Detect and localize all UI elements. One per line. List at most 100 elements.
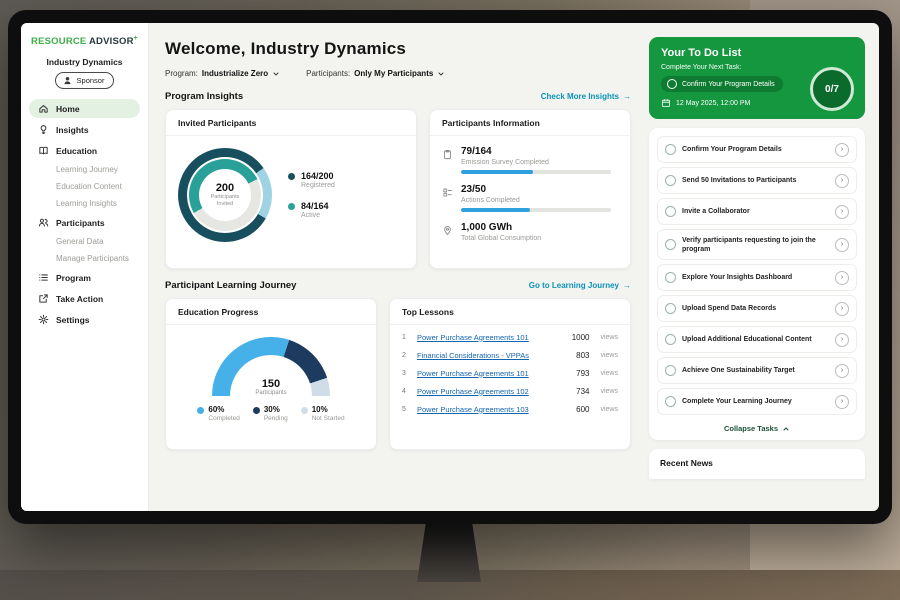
chevron-right-icon[interactable]: › (835, 238, 849, 252)
sidebar-item-label: Settings (56, 315, 90, 325)
sidebar-item-education-content[interactable]: Education Content (29, 179, 140, 194)
chevron-right-icon[interactable]: › (835, 364, 849, 378)
chevron-glyph: › (841, 367, 843, 374)
checkbox-circle-icon[interactable] (665, 365, 676, 376)
chevron-right-icon[interactable]: › (835, 302, 849, 316)
chevron-right-icon[interactable]: › (835, 395, 849, 409)
progress-bar (461, 170, 611, 174)
sidebar-item-take-action[interactable]: Take Action (29, 289, 140, 308)
sidebar-item-program[interactable]: Program (29, 268, 140, 287)
task-row-complete-learning-journey[interactable]: Complete Your Learning Journey › (657, 388, 857, 415)
donut-center-label: Participants (211, 194, 240, 201)
chevron-up-icon (782, 425, 790, 433)
stat-value: 23/50 (461, 184, 611, 195)
todo-panel: Your To Do List Complete Your Next Task:… (647, 23, 879, 511)
card-title: Education Progress (166, 299, 376, 325)
check-more-insights-link[interactable]: Check More Insights → (541, 92, 631, 101)
chevron-right-icon[interactable]: › (835, 174, 849, 188)
lesson-views: 734 (576, 387, 589, 396)
legend-dot (197, 407, 204, 414)
legend-label: Active (301, 212, 329, 219)
legend-label: Registered (301, 182, 335, 189)
task-row-invite-collaborator[interactable]: Invite a Collaborator › (657, 198, 857, 225)
chevron-right-icon[interactable]: › (835, 205, 849, 219)
sidebar-item-settings[interactable]: Settings (29, 310, 140, 329)
screen: RESOURCE ADVISOR+ Industry Dynamics Spon… (21, 23, 879, 511)
calendar-icon (661, 98, 671, 108)
program-filter-dropdown[interactable]: Program: Industrialize Zero (165, 69, 280, 78)
stat-global-consumption: 1,000 GWh Total Global Consumption (442, 222, 618, 246)
chevron-right-icon[interactable]: › (835, 271, 849, 285)
top-lessons-card: Top Lessons 1 Power Purchase Agreements … (389, 298, 631, 450)
task-row-explore-insights[interactable]: Explore Your Insights Dashboard › (657, 264, 857, 291)
lesson-row: 3 Power Purchase Agreements 101 793 view… (390, 364, 630, 382)
progress-bar-fill (461, 208, 530, 212)
checkbox-circle-icon[interactable] (665, 239, 676, 250)
lesson-link[interactable]: Power Purchase Agreements 102 (417, 387, 568, 396)
donut-center-label: Invited (217, 201, 233, 208)
lesson-views: 793 (576, 369, 589, 378)
chevron-glyph: › (841, 274, 843, 281)
task-row-confirm-program[interactable]: Confirm Your Program Details › (657, 136, 857, 163)
task-label: Upload Additional Educational Content (682, 335, 829, 344)
task-row-send-invitations[interactable]: Send 50 Invitations to Participants › (657, 167, 857, 194)
gauge-center: 150 Participants (212, 378, 330, 396)
checkbox-circle-icon[interactable] (667, 79, 677, 89)
learning-journey-header: Participant Learning Journey Go to Learn… (165, 280, 631, 291)
sponsor-badge[interactable]: Sponsor (55, 72, 115, 89)
card-title: Top Lessons (390, 299, 630, 325)
sidebar-item-education[interactable]: Education (29, 141, 140, 160)
chevron-down-icon (272, 70, 280, 78)
task-row-verify-participants[interactable]: Verify participants requesting to join t… (657, 229, 857, 260)
program-filter-label: Program: (165, 69, 198, 78)
collapse-tasks-link[interactable]: Collapse Tasks (657, 419, 857, 436)
person-icon (62, 75, 73, 86)
task-label: Upload Spend Data Records (682, 304, 829, 313)
checkbox-circle-icon[interactable] (665, 144, 676, 155)
lesson-views-suffix: views (600, 334, 618, 341)
lesson-link[interactable]: Power Purchase Agreements 103 (417, 405, 568, 414)
sidebar-item-label: Learning Journey (56, 165, 118, 174)
sidebar-item-label: Learning Insights (56, 199, 117, 208)
sidebar-item-manage-participants[interactable]: Manage Participants (29, 251, 140, 266)
sidebar-item-participants[interactable]: Participants (29, 213, 140, 232)
chevron-right-icon[interactable]: › (835, 333, 849, 347)
task-list-card: Confirm Your Program Details › Send 50 I… (649, 128, 865, 440)
chevron-right-icon[interactable]: › (835, 143, 849, 157)
stat-actions-completed: 23/50 Actions Completed (442, 184, 618, 212)
checkbox-circle-icon[interactable] (665, 396, 676, 407)
legend-value: 60% (208, 405, 239, 414)
sidebar-item-learning-insights[interactable]: Learning Insights (29, 196, 140, 211)
location-pin-icon (442, 223, 453, 234)
checkbox-circle-icon[interactable] (665, 175, 676, 186)
legend-active: 84/164 Active (288, 201, 335, 219)
next-task-pill[interactable]: Confirm Your Program Details (661, 76, 783, 92)
task-row-upload-educational-content[interactable]: Upload Additional Educational Content › (657, 326, 857, 353)
checkbox-circle-icon[interactable] (665, 334, 676, 345)
checkbox-circle-icon[interactable] (665, 272, 676, 283)
checkbox-circle-icon[interactable] (665, 206, 676, 217)
sidebar-item-general-data[interactable]: General Data (29, 234, 140, 249)
sidebar-item-home[interactable]: Home (29, 99, 140, 118)
task-row-achieve-target[interactable]: Achieve One Sustainability Target › (657, 357, 857, 384)
sidebar-item-learning-journey[interactable]: Learning Journey (29, 162, 140, 177)
participants-filter-value: Only My Participants (354, 69, 433, 78)
lesson-rank: 1 (402, 334, 409, 341)
donut-center-value: 200 (216, 182, 234, 194)
lesson-link[interactable]: Power Purchase Agreements 101 (417, 369, 568, 378)
lesson-rank: 5 (402, 406, 409, 413)
lesson-link[interactable]: Financial Considerations - VPPAs (417, 351, 568, 360)
lesson-views: 1000 (572, 333, 590, 342)
task-label: Complete Your Learning Journey (682, 397, 829, 406)
go-to-learning-journey-link[interactable]: Go to Learning Journey → (529, 281, 631, 290)
legend-pending: 30% Pending (253, 405, 288, 422)
stat-value: 1,000 GWh (461, 222, 541, 233)
lightbulb-icon (38, 124, 49, 135)
gauge-center-label: Participants (212, 390, 330, 396)
checkbox-circle-icon[interactable] (665, 303, 676, 314)
chevron-glyph: › (841, 305, 843, 312)
participants-filter-dropdown[interactable]: Participants: Only My Participants (306, 69, 445, 78)
task-row-upload-spend-data[interactable]: Upload Spend Data Records › (657, 295, 857, 322)
sidebar-item-insights[interactable]: Insights (29, 120, 140, 139)
lesson-link[interactable]: Power Purchase Agreements 101 (417, 333, 564, 342)
